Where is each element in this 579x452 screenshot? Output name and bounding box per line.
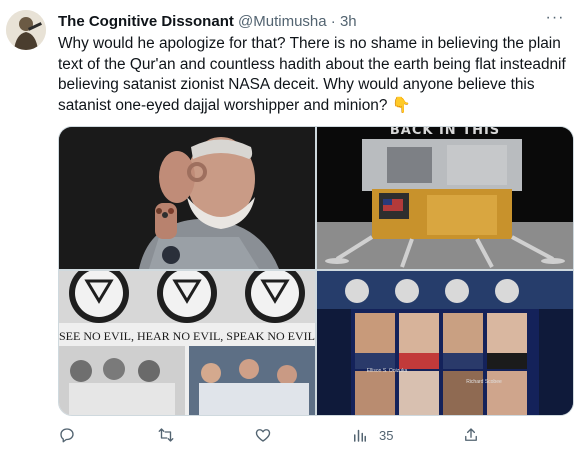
tweet[interactable]: The Cognitive Dissonant @Mutimusha · 3h … bbox=[0, 0, 579, 452]
tweet-actions: 35 bbox=[58, 424, 538, 446]
like-icon bbox=[255, 429, 271, 442]
media-image-1[interactable] bbox=[59, 127, 315, 269]
media-image-2[interactable]: BACK IN THIS bbox=[317, 127, 573, 269]
reply-icon bbox=[60, 428, 74, 443]
user-handle[interactable]: @Mutimusha bbox=[238, 13, 327, 30]
astronaut-crew-collage-image bbox=[317, 271, 573, 415]
retweet-button[interactable] bbox=[157, 424, 175, 446]
image4-right-caption: Richard Scobee bbox=[466, 379, 502, 385]
media-grid: BACK IN THIS SEE NO EVIL, HEAR NO EVIL, … bbox=[58, 126, 574, 416]
image4-left-caption: Ellison S. Onizuka bbox=[366, 368, 408, 374]
separator-dot: · bbox=[330, 13, 336, 30]
views-count: 35 bbox=[379, 427, 394, 443]
reply-button[interactable] bbox=[58, 424, 76, 446]
astronaut-portrait-image bbox=[59, 127, 315, 269]
share-button[interactable] bbox=[462, 424, 480, 446]
avatar[interactable] bbox=[6, 10, 46, 50]
media-image-4[interactable]: Ellison S. Onizuka Richard Scobee bbox=[317, 271, 573, 415]
lunar-module-image bbox=[317, 127, 573, 269]
views-button[interactable]: 35 bbox=[351, 424, 393, 446]
retweet-icon bbox=[158, 428, 174, 442]
image3-caption: SEE NO EVIL, HEAR NO EVIL, SPEAK NO EVIL bbox=[59, 329, 315, 343]
display-name[interactable]: The Cognitive Dissonant bbox=[58, 13, 234, 30]
media-image-3[interactable]: SEE NO EVIL, HEAR NO EVIL, SPEAK NO EVIL bbox=[59, 271, 315, 415]
like-button[interactable] bbox=[254, 424, 272, 446]
more-options-icon[interactable]: ··· bbox=[545, 10, 565, 32]
tweet-text: Why would he apologize for that? There i… bbox=[58, 35, 566, 114]
avatar-image bbox=[6, 10, 46, 50]
share-icon bbox=[465, 428, 477, 441]
tweet-header: The Cognitive Dissonant @Mutimusha · 3h bbox=[58, 12, 549, 32]
views-icon bbox=[354, 429, 366, 442]
timestamp[interactable]: 3h bbox=[340, 13, 357, 30]
image2-caption: BACK IN THIS bbox=[389, 127, 501, 138]
